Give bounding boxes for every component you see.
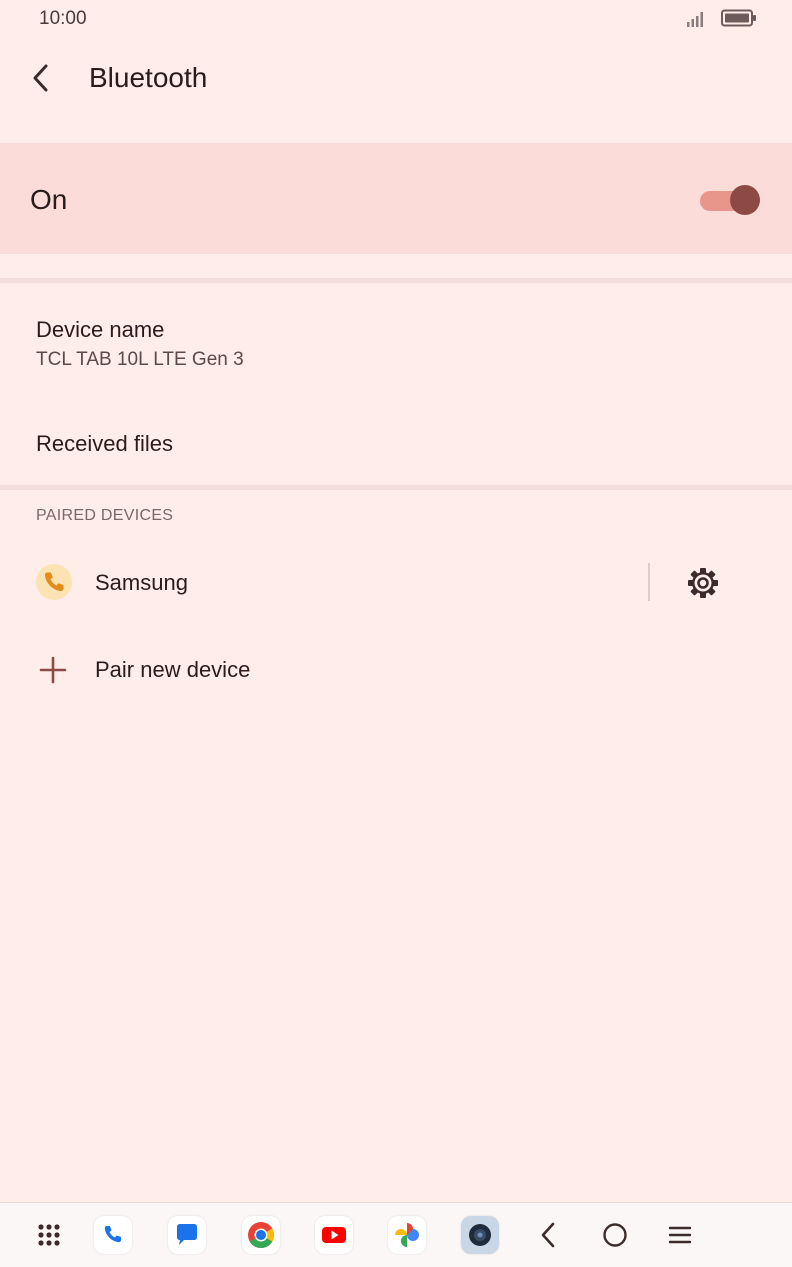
section-divider: [0, 485, 792, 490]
toggle-thumb: [730, 185, 760, 215]
battery-icon: [721, 9, 756, 27]
phone-app-icon[interactable]: [94, 1216, 132, 1254]
paired-device-name: Samsung: [95, 570, 188, 595]
section-divider: [0, 278, 792, 283]
device-settings-button[interactable]: [683, 563, 723, 603]
device-name-value: TCL TAB 10L LTE Gen 3: [36, 349, 244, 370]
messages-app-icon[interactable]: [168, 1216, 206, 1254]
nav-recents-icon[interactable]: [661, 1216, 699, 1254]
navigation-bar: [0, 1202, 792, 1267]
device-name-row[interactable]: Device name TCL TAB 10L LTE Gen 3: [0, 290, 792, 390]
received-files-title: Received files: [36, 431, 173, 456]
page-title: Bluetooth: [89, 62, 208, 93]
signal-icon: [687, 12, 703, 27]
bluetooth-main-switch[interactable]: On: [0, 143, 792, 254]
gear-icon: [688, 568, 718, 598]
main-switch-label: On: [30, 184, 68, 215]
plus-icon: [39, 656, 67, 684]
nav-back-icon[interactable]: [530, 1216, 568, 1254]
photos-app-icon[interactable]: [388, 1216, 426, 1254]
pair-new-device-row[interactable]: Pair new device: [0, 630, 792, 708]
paired-devices-header: PAIRED DEVICES: [36, 507, 174, 524]
phone-icon: [36, 564, 72, 600]
pair-new-device-label: Pair new device: [95, 657, 251, 682]
paired-device-item[interactable]: Samsung: [0, 545, 650, 621]
app-bar: Bluetooth: [0, 40, 792, 120]
received-files-row[interactable]: Received files: [0, 400, 792, 482]
camera-app-icon[interactable]: [461, 1216, 499, 1254]
nav-home-icon[interactable]: [596, 1216, 634, 1254]
chrome-app-icon[interactable]: [242, 1216, 280, 1254]
bluetooth-toggle[interactable]: [700, 185, 760, 215]
back-arrow-icon: [33, 64, 48, 92]
app-drawer-icon[interactable]: [30, 1216, 68, 1254]
status-time: 10:00: [39, 8, 87, 29]
device-name-title: Device name: [36, 317, 165, 342]
back-button[interactable]: [24, 60, 60, 96]
youtube-app-icon[interactable]: [315, 1216, 353, 1254]
status-bar: 10:00: [0, 0, 792, 40]
vertical-divider: [648, 563, 650, 601]
